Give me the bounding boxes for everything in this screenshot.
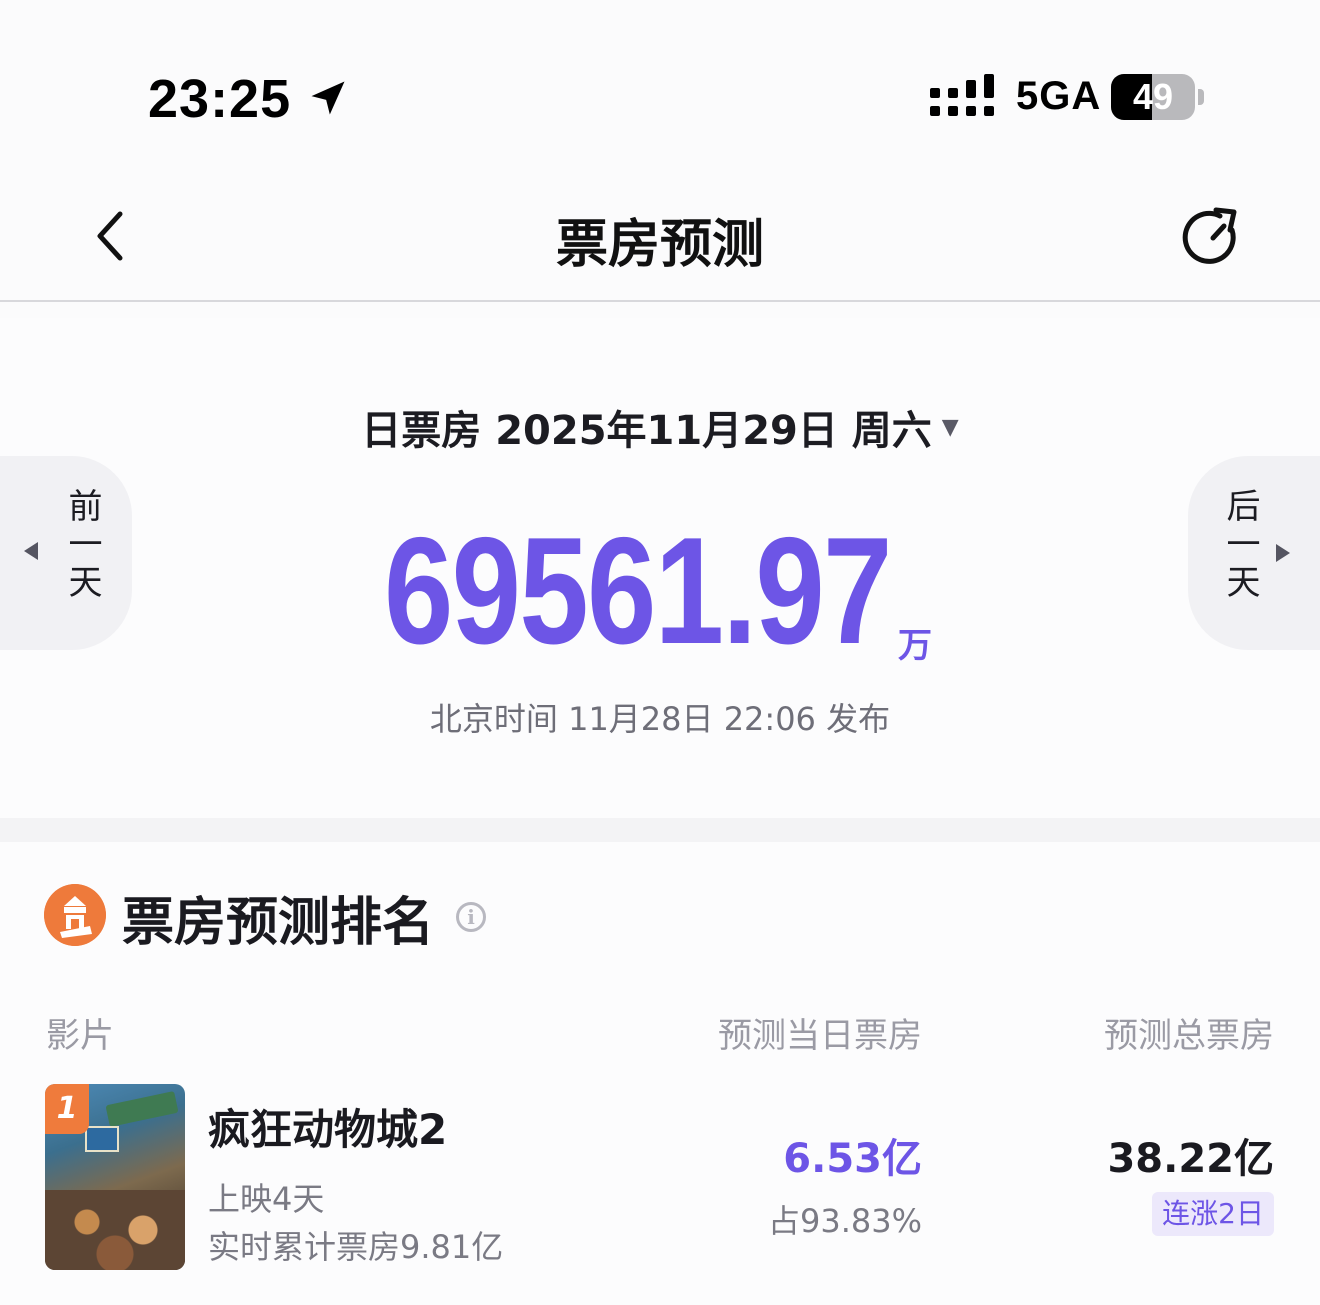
arrow-left-icon (24, 542, 38, 560)
predicted-total-box-office: 38.22亿 (1107, 1136, 1274, 1182)
section-divider (0, 818, 1320, 842)
prev-day-label: 前一天 (62, 488, 102, 602)
publish-time: 北京时间 11月28日 22:06 发布 (429, 700, 891, 738)
battery-icon: 49 (1111, 74, 1195, 120)
section-title: 票房预测排名 (122, 893, 435, 953)
status-bar: 23:25 5GA 49 (0, 0, 1320, 160)
next-day-button[interactable]: 后一天 (1188, 456, 1320, 650)
signal-bars-icon (930, 74, 994, 116)
status-time: 23:25 (148, 69, 292, 129)
date-selector-label: 日票房 2025年11月29日 周六 (361, 408, 932, 454)
box-office-summary: 日票房 2025年11月29日 周六 ▼ 前一天 后一天 69561.97 万 北… (0, 318, 1320, 818)
network-label: 5GA (1016, 74, 1102, 118)
battery-level: 49 (1132, 76, 1174, 117)
poster-sign-2 (85, 1126, 119, 1152)
poster-sign (105, 1090, 179, 1128)
info-icon[interactable]: i (456, 902, 486, 932)
caret-down-icon: ▼ (941, 415, 959, 440)
prev-day-button[interactable]: 前一天 (0, 456, 132, 650)
refresh-icon[interactable] (1180, 204, 1246, 270)
nav-bar: 票房预测 (0, 170, 1320, 302)
next-day-label: 后一天 (1220, 488, 1260, 602)
box-office-total: 69561.97 (384, 506, 892, 676)
column-header-film: 影片 (46, 1016, 114, 1056)
arrow-right-icon (1276, 544, 1290, 562)
trend-badge: 连涨2日 (1152, 1192, 1274, 1236)
ranking-section: 票房预测排名 i 影片 预测当日票房 预测总票房 1 疯狂动物城2 上映4天 实… (0, 842, 1320, 1305)
movie-title: 疯狂动物城2 (208, 1105, 448, 1154)
rank-badge: 1 (45, 1084, 89, 1134)
poster-characters (45, 1190, 185, 1270)
total-unit: 万 (898, 626, 932, 666)
battery-tip (1198, 89, 1204, 105)
daily-share: 占93.83% (767, 1202, 922, 1240)
column-header-daily: 预测当日票房 (718, 1016, 922, 1056)
page-title: 票房预测 (555, 215, 764, 275)
cinema-icon (44, 884, 106, 946)
column-header-total: 预测总票房 (1104, 1016, 1274, 1056)
movie-cumulative-box-office: 实时累计票房9.81亿 (208, 1228, 504, 1266)
location-arrow-icon (311, 81, 345, 115)
predicted-daily-box-office: 6.53亿 (783, 1136, 922, 1182)
movie-days-showing: 上映4天 (208, 1180, 325, 1218)
movie-row[interactable]: 1 疯狂动物城2 上映4天 实时累计票房9.81亿 6.53亿 占93.83% … (0, 1082, 1320, 1272)
date-selector[interactable]: 日票房 2025年11月29日 周六 ▼ (0, 398, 1320, 456)
